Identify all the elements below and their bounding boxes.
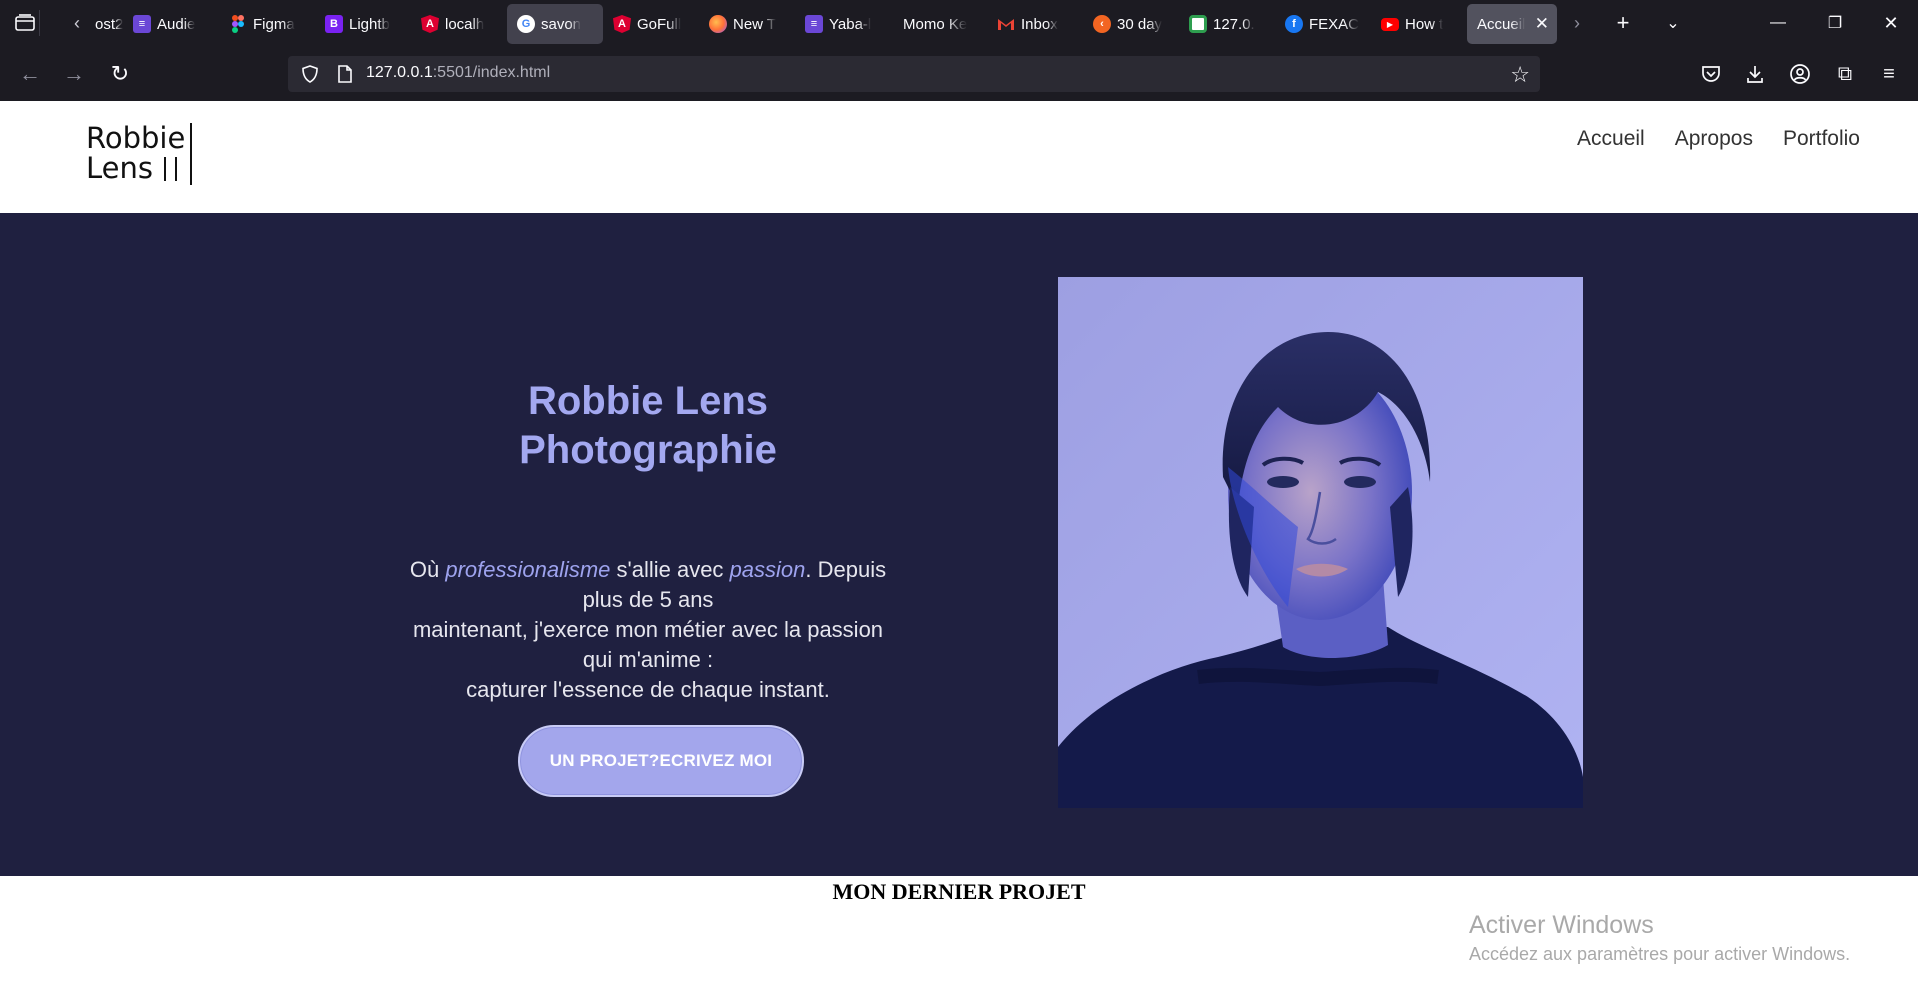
tab-item[interactable]: Inbox bbox=[987, 4, 1083, 44]
close-tab-icon[interactable]: ✕ bbox=[1535, 14, 1549, 34]
firefox-icon bbox=[709, 15, 727, 33]
chevron-down-icon: ⌄ bbox=[1666, 15, 1680, 32]
gmail-icon bbox=[997, 15, 1015, 33]
menu-button[interactable]: ≡ bbox=[1876, 61, 1902, 87]
minimize-button[interactable]: — bbox=[1763, 8, 1793, 38]
close-icon: ✕ bbox=[1883, 12, 1899, 33]
chevron-left-icon: ‹ bbox=[74, 12, 80, 33]
tab-item[interactable]: Momo Ke bbox=[891, 4, 987, 44]
restore-button[interactable]: ❐ bbox=[1820, 8, 1850, 38]
tab-item[interactable]: B Lightb bbox=[315, 4, 411, 44]
account-button[interactable] bbox=[1787, 61, 1813, 87]
orange-icon: ‹ bbox=[1093, 15, 1111, 33]
reload-button[interactable]: ↻ bbox=[104, 58, 136, 90]
tab-scroll-right-button[interactable]: › bbox=[1566, 12, 1588, 34]
tab-item[interactable]: Figma bbox=[219, 4, 315, 44]
back-button[interactable]: ← bbox=[14, 58, 46, 90]
contact-cta-button[interactable]: UN PROJET?ECRIVEZ MOI bbox=[518, 725, 804, 797]
site-logo[interactable]: Robbie Lens bbox=[86, 123, 206, 187]
new-tab-button[interactable]: + bbox=[1610, 10, 1636, 36]
hero-section: Robbie Lens Photographie Où professional… bbox=[0, 213, 1918, 876]
tab-scroll-left-button[interactable]: ‹ bbox=[66, 12, 88, 34]
google-icon: G bbox=[517, 15, 535, 33]
tab-item[interactable]: ‹ 30 day bbox=[1083, 4, 1179, 44]
forward-button[interactable]: → bbox=[58, 58, 90, 90]
tab-list: ost2 ≡ Audie Figma B Lightb Alocalh Gsavon… bbox=[95, 4, 1557, 44]
account-icon bbox=[1790, 64, 1810, 84]
tab-item[interactable]: ≡ Yaba-l bbox=[795, 4, 891, 44]
pocket-icon bbox=[1702, 66, 1720, 82]
section-title-latest-project: MON DERNIER PROJET bbox=[832, 879, 1086, 904]
bootstrap-icon: B bbox=[325, 15, 343, 33]
green-icon bbox=[1189, 15, 1207, 33]
list-icon: ≡ bbox=[805, 15, 823, 33]
plus-icon: + bbox=[1616, 10, 1630, 35]
list-icon: ≡ bbox=[133, 15, 151, 33]
nav-link-home[interactable]: Accueil bbox=[1577, 127, 1645, 151]
tab-item[interactable]: 127.0. bbox=[1179, 4, 1275, 44]
tab-item[interactable]: ≡ Audie bbox=[123, 4, 219, 44]
list-all-tabs-button[interactable]: ⌄ bbox=[1660, 10, 1686, 36]
hero-description: Où professionalisme s'allie avec passion… bbox=[409, 557, 887, 702]
nav-link-about[interactable]: Apropos bbox=[1675, 127, 1753, 151]
restore-icon: ❐ bbox=[1827, 15, 1843, 32]
minimize-icon: — bbox=[1770, 14, 1786, 31]
url-text[interactable]: 127.0.0.1:5501/index.html bbox=[366, 64, 550, 82]
tab-item[interactable]: Gsavon bbox=[507, 4, 603, 44]
tab-item[interactable]: f FEXAC bbox=[1275, 4, 1371, 44]
tab-item-active[interactable]: Accueil ✕ bbox=[1467, 4, 1557, 44]
main-nav: Accueil Apropos Portfolio bbox=[1577, 127, 1860, 151]
bookmark-star-icon[interactable]: ☆ bbox=[1510, 62, 1530, 88]
extensions-button[interactable]: ⧉ bbox=[1832, 61, 1858, 87]
shield-icon bbox=[302, 65, 318, 83]
downloads-button[interactable] bbox=[1742, 61, 1768, 87]
nav-link-portfolio[interactable]: Portfolio bbox=[1783, 127, 1860, 151]
portrait-illustration bbox=[1058, 277, 1583, 808]
arrow-right-icon: → bbox=[63, 61, 85, 86]
nav-bar: ← → ↻ 127.0.0.1:5501/index.html ☆ ⧉ ≡ bbox=[0, 46, 1918, 101]
download-icon bbox=[1747, 66, 1763, 83]
reload-icon: ↻ bbox=[110, 61, 130, 86]
page-content: Robbie Lens Accueil Apropos Portfolio Ro… bbox=[0, 101, 1918, 1007]
logo-bar bbox=[190, 123, 192, 185]
tab-item[interactable]: New T bbox=[699, 4, 795, 44]
angular-icon: A bbox=[613, 15, 631, 33]
arrow-left-icon: ← bbox=[19, 61, 41, 86]
chevron-right-icon: › bbox=[1574, 12, 1580, 33]
angular-icon: A bbox=[421, 15, 439, 33]
pocket-button[interactable] bbox=[1698, 61, 1724, 87]
site-header: Robbie Lens Accueil Apropos Portfolio bbox=[0, 101, 1918, 213]
facebook-icon: f bbox=[1285, 15, 1303, 33]
firefox-view-button[interactable] bbox=[10, 10, 40, 36]
firefox-view-icon bbox=[14, 14, 35, 31]
tab-item[interactable]: ost2 bbox=[95, 4, 123, 44]
windows-activation-watermark: Activer Windows Accédez aux paramètres p… bbox=[1469, 911, 1851, 964]
close-window-button[interactable]: ✕ bbox=[1876, 8, 1906, 38]
browser-chrome: ‹ ost2 ≡ Audie Figma B Lightb Alocalh Gsav… bbox=[0, 0, 1918, 101]
puzzle-icon: ⧉ bbox=[1837, 62, 1853, 85]
url-bar[interactable]: 127.0.0.1:5501/index.html ☆ bbox=[288, 56, 1540, 92]
tab-item[interactable]: Alocalh bbox=[411, 4, 507, 44]
logo-bars bbox=[164, 157, 177, 181]
figma-icon bbox=[229, 15, 247, 33]
page-icon bbox=[338, 65, 352, 83]
hamburger-icon: ≡ bbox=[1883, 62, 1895, 85]
hero-title: Robbie Lens Photographie bbox=[519, 379, 777, 472]
youtube-icon: ▶ bbox=[1381, 17, 1399, 31]
tab-item[interactable]: A GoFull bbox=[603, 4, 699, 44]
tab-item[interactable]: ▶ How t bbox=[1371, 4, 1467, 44]
tab-strip: ‹ ost2 ≡ Audie Figma B Lightb Alocalh Gsav… bbox=[0, 0, 1918, 46]
portrait-photo bbox=[1058, 277, 1583, 808]
